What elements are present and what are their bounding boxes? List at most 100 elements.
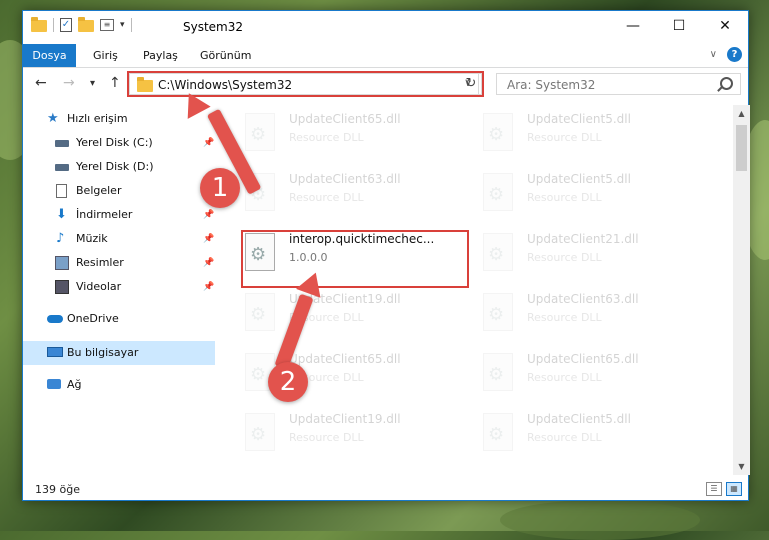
minimize-button[interactable]: — — [610, 11, 656, 41]
dll-file-icon — [483, 353, 513, 391]
sidebar-item-pictures[interactable]: Resimler 📌 — [23, 251, 215, 275]
maximize-button[interactable]: ☐ — [656, 11, 702, 41]
ribbon-tabs: Dosya Giriş Paylaş Görünüm ∨ ? — [23, 44, 748, 68]
tab-home[interactable]: Giriş — [93, 44, 118, 67]
help-icon[interactable]: ? — [727, 47, 742, 62]
file-item[interactable]: UpdateClient19.dll Resource DLL — [223, 407, 453, 461]
file-highlight-box — [241, 230, 469, 288]
ribbon-right-controls: ∨ ? — [710, 47, 742, 62]
step-badge-1: 1 — [200, 168, 240, 208]
window-title: System32 — [183, 20, 244, 34]
sidebar-item-drive-d[interactable]: Yerel Disk (D:) — [23, 155, 215, 179]
dll-file-icon — [245, 113, 275, 151]
details-view-icon[interactable]: ☰ — [706, 482, 722, 496]
status-bar: 139 öğe ☰ ▦ — [23, 479, 748, 501]
sidebar-item-videos[interactable]: Videolar 📌 — [23, 275, 215, 299]
close-button[interactable]: ✕ — [702, 11, 748, 41]
tiles-view-icon[interactable]: ▦ — [726, 482, 742, 496]
vertical-scrollbar[interactable]: ▲ ▼ — [733, 105, 750, 475]
file-description: Resource DLL — [527, 311, 602, 324]
pin-icon[interactable]: 📌 — [203, 131, 214, 155]
file-item[interactable]: UpdateClient19.dll Resource DLL — [223, 287, 453, 341]
file-name: UpdateClient65.dll — [527, 352, 639, 366]
divider — [130, 18, 132, 32]
file-name: UpdateClient21.dll — [527, 232, 639, 246]
sidebar-item-label: Ağ — [67, 378, 82, 391]
pictures-icon — [55, 256, 69, 270]
pin-icon[interactable]: 📌 — [203, 227, 214, 251]
star-icon: ★ — [47, 111, 59, 126]
file-name: UpdateClient19.dll — [289, 412, 401, 426]
dll-file-icon — [483, 113, 513, 151]
dll-file-icon — [245, 293, 275, 331]
new-folder-icon[interactable] — [78, 17, 94, 32]
dll-file-icon — [483, 173, 513, 211]
file-description: Resource DLL — [527, 371, 602, 384]
scroll-thumb[interactable] — [736, 125, 747, 171]
sidebar-item-downloads[interactable]: ⬇ İndirmeler 📌 — [23, 203, 215, 227]
sidebar-item-label: Resimler — [76, 256, 124, 269]
address-highlight-box — [127, 71, 484, 97]
pin-icon[interactable]: 📌 — [203, 275, 214, 299]
sidebar-item-music[interactable]: ♪ Müzik 📌 — [23, 227, 215, 251]
tab-view[interactable]: Görünüm — [200, 44, 251, 67]
file-item[interactable]: UpdateClient21.dll Resource DLL — [461, 227, 691, 281]
file-name: UpdateClient63.dll — [527, 292, 639, 306]
file-name: UpdateClient5.dll — [527, 412, 631, 426]
sidebar-item-label: OneDrive — [67, 312, 119, 325]
file-description: Resource DLL — [527, 251, 602, 264]
expand-ribbon-icon[interactable]: ∨ — [710, 49, 717, 60]
search-icon — [720, 77, 733, 90]
up-button[interactable]: ↑ — [109, 75, 121, 91]
file-item[interactable]: UpdateClient65.dll Resource DLL — [223, 107, 453, 161]
sidebar-item-drive-c[interactable]: Yerel Disk (C:) 📌 — [23, 131, 215, 155]
sidebar-item-documents[interactable]: Belgeler — [23, 179, 215, 203]
file-item[interactable]: UpdateClient65.dll Resource DLL — [461, 347, 691, 401]
step-badge-2: 2 — [268, 362, 308, 402]
properties-check-icon[interactable]: ✓ — [60, 18, 72, 32]
file-name: UpdateClient5.dll — [527, 112, 631, 126]
recent-locations-button[interactable]: ▾ — [90, 78, 95, 89]
file-item[interactable]: UpdateClient5.dll Resource DLL — [461, 167, 691, 221]
scroll-up-icon[interactable]: ▲ — [733, 105, 750, 122]
dll-file-icon — [483, 413, 513, 451]
documents-icon — [56, 184, 67, 198]
file-description: Resource DLL — [289, 131, 364, 144]
music-icon: ♪ — [56, 231, 65, 246]
dll-file-icon — [483, 233, 513, 271]
title-bar: ✓ ≡ ▾ System32 — ☐ ✕ — [23, 11, 748, 44]
dll-file-icon — [483, 293, 513, 331]
pin-icon[interactable]: 📌 — [203, 251, 214, 275]
file-item[interactable]: UpdateClient65.dll Resource DLL — [223, 347, 453, 401]
cloud-icon — [47, 315, 63, 323]
file-item[interactable]: UpdateClient5.dll Resource DLL — [461, 107, 691, 161]
folder-icon — [31, 17, 47, 32]
file-description: Resource DLL — [289, 191, 364, 204]
file-name: UpdateClient65.dll — [289, 352, 401, 366]
drive-icon — [55, 164, 69, 171]
scroll-down-icon[interactable]: ▼ — [733, 458, 750, 475]
tab-file[interactable]: Dosya — [23, 44, 76, 67]
tab-share[interactable]: Paylaş — [143, 44, 178, 67]
sidebar-item-network[interactable]: Ağ — [23, 373, 215, 397]
file-name: UpdateClient65.dll — [289, 112, 401, 126]
sidebar-item-this-pc[interactable]: Bu bilgisayar — [23, 341, 215, 365]
file-description: Resource DLL — [527, 191, 602, 204]
sidebar-item-label: Yerel Disk (C:) — [76, 136, 153, 149]
file-item[interactable]: UpdateClient63.dll Resource DLL — [223, 167, 453, 221]
customize-icon[interactable]: ≡ — [100, 19, 114, 31]
view-buttons: ☰ ▦ — [706, 482, 742, 496]
search-input[interactable]: Ara: System32 — [496, 73, 741, 95]
sidebar-item-onedrive[interactable]: OneDrive — [23, 307, 215, 331]
sidebar-item-label: Yerel Disk (D:) — [76, 160, 154, 173]
dll-file-icon — [245, 413, 275, 451]
search-placeholder: Ara: System32 — [507, 78, 596, 92]
divider — [53, 18, 54, 32]
back-button[interactable]: ← — [35, 75, 47, 91]
file-item[interactable]: UpdateClient5.dll Resource DLL — [461, 407, 691, 461]
drive-icon — [55, 140, 69, 147]
chevron-down-icon[interactable]: ▾ — [120, 20, 125, 30]
file-item[interactable]: UpdateClient63.dll Resource DLL — [461, 287, 691, 341]
forward-button[interactable]: → — [63, 75, 75, 91]
file-description: Resource DLL — [289, 431, 364, 444]
